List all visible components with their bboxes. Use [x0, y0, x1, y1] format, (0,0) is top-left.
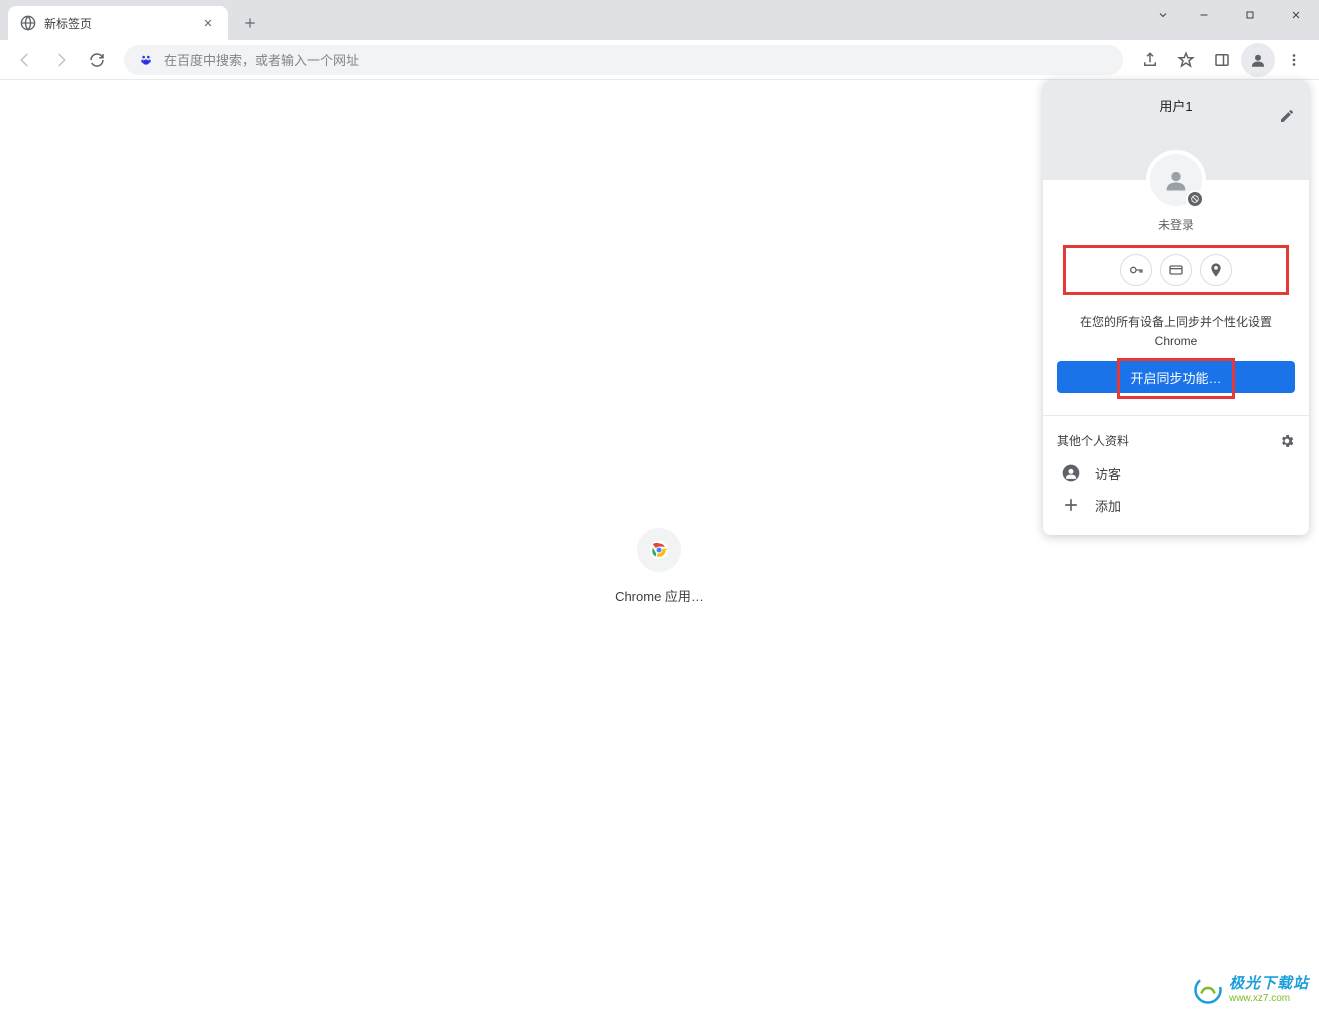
side-panel-icon[interactable] — [1205, 43, 1239, 77]
addresses-icon[interactable] — [1200, 254, 1232, 286]
window-controls — [1145, 0, 1319, 40]
sync-description: 在您的所有设备上同步并个性化设置 Chrome — [1057, 313, 1295, 351]
popup-quick-icons-highlight — [1063, 245, 1289, 295]
popup-avatar — [1146, 150, 1206, 210]
login-status: 未登录 — [1057, 216, 1295, 233]
popup-username: 用户1 — [1057, 96, 1295, 115]
watermark-text: 极光下载站 www.xz7.com — [1229, 976, 1309, 1004]
maximize-button[interactable] — [1227, 0, 1273, 30]
sync-text-2: Chrome — [1155, 334, 1198, 348]
share-icon[interactable] — [1133, 43, 1167, 77]
close-icon[interactable] — [200, 15, 216, 31]
popup-sync-section: 在您的所有设备上同步并个性化设置 Chrome 开启同步功能… — [1043, 313, 1309, 407]
guest-profile-item[interactable]: 访客 — [1057, 457, 1295, 489]
profile-button[interactable] — [1241, 43, 1275, 77]
app-shortcut-label: Chrome 应用… — [615, 586, 704, 605]
browser-tab[interactable]: 新标签页 — [8, 6, 228, 40]
tab-strip: 新标签页 — [0, 0, 264, 40]
titlebar: 新标签页 — [0, 0, 1319, 40]
popup-footer: 其他个人资料 访客 添加 — [1043, 424, 1309, 535]
globe-icon — [20, 15, 36, 31]
divider — [1043, 415, 1309, 416]
tab-title: 新标签页 — [44, 15, 192, 32]
sync-off-badge-icon — [1186, 190, 1204, 208]
add-profile-item[interactable]: 添加 — [1057, 489, 1295, 521]
edit-icon[interactable] — [1279, 108, 1295, 124]
watermark-name: 极光下载站 — [1229, 976, 1309, 993]
guest-label: 访客 — [1095, 464, 1121, 483]
forward-button[interactable] — [44, 43, 78, 77]
add-label: 添加 — [1095, 496, 1121, 515]
minimize-button[interactable] — [1181, 0, 1227, 30]
enable-sync-button[interactable]: 开启同步功能… — [1057, 361, 1295, 393]
close-window-button[interactable] — [1273, 0, 1319, 30]
watermark-url: www.xz7.com — [1229, 993, 1309, 1004]
watermark-logo-icon — [1193, 975, 1223, 1005]
chrome-icon — [649, 540, 669, 560]
app-shortcut-circle — [637, 528, 681, 572]
payment-icon[interactable] — [1160, 254, 1192, 286]
baidu-icon — [138, 52, 154, 68]
other-profiles-header: 其他个人资料 — [1057, 432, 1295, 449]
chevron-down-icon[interactable] — [1145, 0, 1181, 30]
chrome-apps-shortcut[interactable]: Chrome 应用… — [615, 528, 704, 605]
reload-button[interactable] — [80, 43, 114, 77]
menu-icon[interactable] — [1277, 43, 1311, 77]
watermark: 极光下载站 www.xz7.com — [1193, 975, 1309, 1005]
popup-header: 用户1 — [1043, 80, 1309, 180]
toolbar: 在百度中搜索，或者输入一个网址 — [0, 40, 1319, 80]
address-bar[interactable]: 在百度中搜索，或者输入一个网址 — [124, 45, 1123, 75]
other-profiles-title: 其他个人资料 — [1057, 432, 1129, 449]
new-tab-button[interactable] — [236, 9, 264, 37]
bookmark-star-icon[interactable] — [1169, 43, 1203, 77]
passwords-icon[interactable] — [1120, 254, 1152, 286]
sync-text-1: 在您的所有设备上同步并个性化设置 — [1080, 315, 1272, 329]
gear-icon[interactable] — [1279, 433, 1295, 449]
back-button[interactable] — [8, 43, 42, 77]
address-bar-placeholder: 在百度中搜索，或者输入一个网址 — [164, 50, 359, 69]
profile-popup: 用户1 未登录 在您的所有设备上同步并个性化设置 Chrome — [1043, 80, 1309, 535]
toolbar-right — [1133, 43, 1311, 77]
